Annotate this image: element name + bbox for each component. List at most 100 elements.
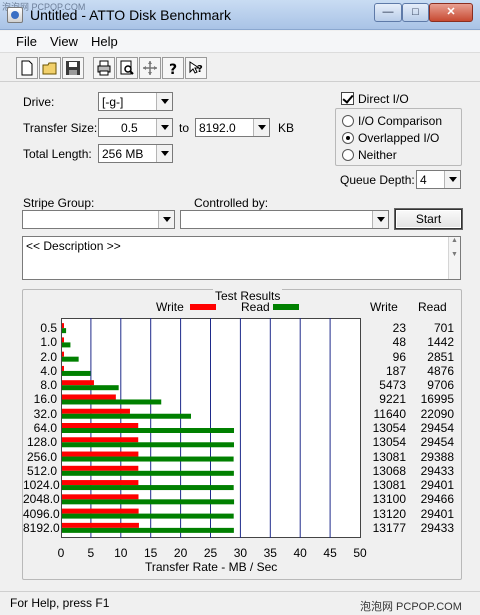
y-tick-label: 4.0 bbox=[40, 363, 57, 378]
chevron-down-icon[interactable] bbox=[158, 211, 174, 228]
toolbar: ? ? bbox=[0, 54, 480, 82]
y-tick-label: 8.0 bbox=[40, 378, 57, 393]
x-tick-label: 5 bbox=[87, 546, 95, 560]
radio-neither[interactable] bbox=[342, 149, 354, 161]
maximize-button[interactable]: □ bbox=[402, 3, 429, 22]
write-value: 13081 bbox=[372, 478, 406, 493]
transfer-size-to-select[interactable]: 8192.0 bbox=[195, 118, 270, 137]
write-value: 13054 bbox=[372, 421, 406, 435]
write-bar-1.0 bbox=[62, 337, 64, 343]
read-bar-2.0 bbox=[62, 356, 79, 362]
legend-read-swatch bbox=[273, 304, 299, 310]
drive-select[interactable]: [-g-] bbox=[98, 92, 173, 111]
menu-file[interactable]: File bbox=[16, 34, 37, 49]
write-bar-0.5 bbox=[62, 323, 64, 329]
y-tick-label: 4096.0 bbox=[23, 506, 60, 521]
controlled-by-label: Controlled by: bbox=[194, 196, 269, 210]
x-tick-label: 40 bbox=[293, 546, 307, 560]
to-label: to bbox=[179, 121, 190, 135]
read-value: 9706 bbox=[427, 378, 454, 393]
description-textarea[interactable]: << Description >> ▲ ▼ bbox=[22, 236, 461, 280]
read-value: 16995 bbox=[420, 392, 454, 407]
stripe-group-label: Stripe Group: bbox=[23, 196, 95, 210]
context-help-icon[interactable]: ? bbox=[185, 57, 207, 79]
chevron-down-icon[interactable] bbox=[372, 211, 388, 228]
watermark-bottom: 泡泡网 PCPOP.COM bbox=[360, 601, 462, 613]
read-value: 29454 bbox=[420, 435, 454, 450]
svg-text:?: ? bbox=[197, 64, 203, 75]
read-bar-0.5 bbox=[62, 328, 67, 334]
write-value: 48 bbox=[392, 335, 406, 350]
start-button[interactable]: Start bbox=[395, 209, 462, 229]
read-value: 4876 bbox=[427, 363, 454, 378]
write-bar-8192.0 bbox=[62, 522, 139, 528]
title-bar: 泡泡网 PCPOP.COM Untitled - ATTO Disk Bench… bbox=[0, 0, 480, 30]
drive-label: Drive: bbox=[23, 95, 55, 109]
transfer-from-value: 0.5 bbox=[121, 121, 138, 135]
x-tick-label: 10 bbox=[114, 546, 128, 560]
description-scrollbar[interactable]: ▲ ▼ bbox=[448, 237, 460, 279]
print-icon[interactable] bbox=[93, 57, 115, 79]
stripe-group-select[interactable] bbox=[22, 210, 175, 229]
write-bar-32.0 bbox=[62, 408, 130, 414]
drive-value: [-g-] bbox=[102, 95, 124, 109]
description-text: << Description >> bbox=[26, 239, 121, 253]
read-value: 29401 bbox=[420, 478, 454, 493]
y-tick-label: 0.5 bbox=[40, 321, 57, 336]
app-icon bbox=[7, 7, 23, 23]
read-bar-32.0 bbox=[62, 413, 192, 419]
chevron-down-icon[interactable] bbox=[156, 119, 172, 136]
new-file-icon[interactable] bbox=[16, 57, 38, 79]
open-folder-icon[interactable] bbox=[39, 57, 61, 79]
write-value: 23 bbox=[392, 321, 406, 336]
transfer-size-from-select[interactable]: 0.5 bbox=[98, 118, 173, 137]
y-tick-label: 128.0 bbox=[26, 435, 57, 450]
chevron-down-icon[interactable] bbox=[253, 119, 269, 136]
minimize-button[interactable]: — bbox=[374, 3, 402, 22]
overlapped-io-label: Overlapped I/O bbox=[358, 131, 440, 145]
total-length-select[interactable]: 256 MB bbox=[98, 144, 173, 163]
write-bar-256.0 bbox=[62, 451, 139, 457]
write-bar-4.0 bbox=[62, 365, 64, 371]
direct-io-checkbox[interactable] bbox=[341, 92, 354, 105]
read-value: 29401 bbox=[420, 506, 454, 521]
read-bar-128.0 bbox=[62, 442, 235, 448]
x-tick-label: 35 bbox=[263, 546, 277, 560]
y-tick-label: 64.0 bbox=[33, 421, 57, 435]
y-tick-label: 2.0 bbox=[40, 349, 57, 364]
y-tick-label: 32.0 bbox=[33, 406, 57, 421]
help-icon[interactable]: ? bbox=[162, 57, 184, 79]
read-bar-8.0 bbox=[62, 385, 119, 391]
queue-depth-value: 4 bbox=[420, 173, 427, 187]
controlled-by-select[interactable] bbox=[180, 210, 389, 229]
write-value: 13177 bbox=[372, 520, 406, 535]
y-tick-label: 1.0 bbox=[40, 335, 57, 350]
write-bar-2048.0 bbox=[62, 494, 139, 500]
menu-view[interactable]: View bbox=[50, 34, 78, 49]
io-comparison-label: I/O Comparison bbox=[358, 114, 443, 128]
chevron-down-icon[interactable] bbox=[444, 171, 460, 188]
menu-help[interactable]: Help bbox=[91, 34, 118, 49]
radio-io-comparison[interactable] bbox=[342, 115, 354, 127]
kb-label: KB bbox=[278, 121, 295, 135]
chevron-down-icon[interactable] bbox=[156, 145, 172, 162]
write-value: 13054 bbox=[372, 435, 406, 450]
read-column-header: Read bbox=[418, 300, 447, 314]
y-tick-label: 16.0 bbox=[33, 392, 57, 407]
status-bar: For Help, press F1 泡泡网 PCPOP.COM bbox=[0, 591, 480, 615]
chevron-down-icon[interactable] bbox=[156, 93, 172, 110]
direct-io-label: Direct I/O bbox=[358, 92, 409, 106]
print-preview-icon[interactable] bbox=[116, 57, 138, 79]
queue-depth-select[interactable]: 4 bbox=[416, 170, 461, 189]
write-bar-1024.0 bbox=[62, 480, 139, 486]
close-button[interactable]: ✕ bbox=[429, 3, 473, 22]
x-tick-label: 30 bbox=[233, 546, 248, 560]
read-value: 2851 bbox=[427, 349, 454, 364]
write-bar-2.0 bbox=[62, 351, 64, 357]
write-bar-64.0 bbox=[62, 423, 139, 428]
move-icon[interactable] bbox=[139, 57, 161, 79]
write-bar-16.0 bbox=[62, 394, 116, 400]
menu-bar: File View Help bbox=[0, 31, 480, 53]
radio-overlapped-io[interactable] bbox=[342, 132, 354, 144]
save-icon[interactable] bbox=[62, 57, 84, 79]
